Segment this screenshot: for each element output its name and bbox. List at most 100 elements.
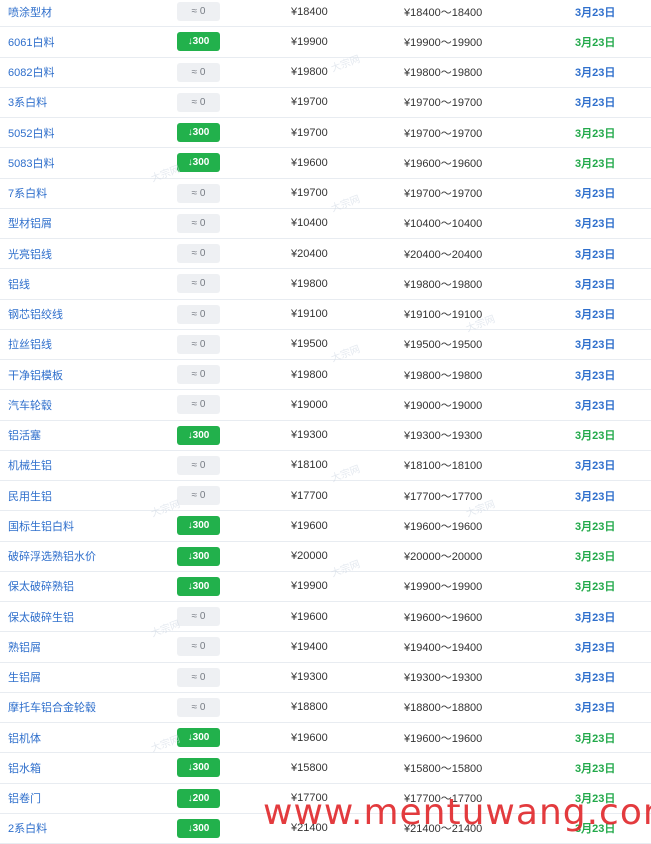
material-name-link[interactable]: 保太破碎生铝 xyxy=(8,602,74,631)
material-name-link[interactable]: 生铝屑 xyxy=(8,663,41,692)
price-down-badge: ↓300 xyxy=(177,576,220,596)
material-name-link[interactable]: 2系白料 xyxy=(8,814,47,843)
table-row: 喷涂型材 ≈ 0 ¥18400 ¥18400～18400 3月23日 xyxy=(0,0,651,28)
average-price: ¥10400 xyxy=(291,217,328,230)
change-cell: ≈ 0 xyxy=(177,179,220,208)
table-row: 6061白料 ↓300 ¥19900 ¥19900～19900 3月23日 xyxy=(0,27,651,58)
price-range: ¥20400～20400 xyxy=(404,248,483,261)
material-name-link[interactable]: 钢芯铝绞线 xyxy=(8,300,63,329)
average-price: ¥19800 xyxy=(291,66,328,79)
average-price: ¥15800 xyxy=(291,761,328,774)
material-name-link[interactable]: 铝机体 xyxy=(8,723,41,752)
change-cell: ↓200 xyxy=(177,784,220,813)
average-price: ¥19100 xyxy=(291,308,328,321)
update-date: 3月23日 xyxy=(575,309,616,322)
update-date: 3月23日 xyxy=(575,430,616,443)
change-cell: ≈ 0 xyxy=(177,481,220,510)
material-name-link[interactable]: 破碎浮选熟铝水价 xyxy=(8,542,96,571)
material-name-link[interactable]: 3系白料 xyxy=(8,88,47,117)
material-name-link[interactable]: 铝卷门 xyxy=(8,784,41,813)
price-range: ¥19700～19700 xyxy=(404,127,483,140)
change-cell: ↓300 xyxy=(177,753,220,782)
table-row: 保太破碎生铝 ≈ 0 ¥19600 ¥19600～19600 3月23日 xyxy=(0,602,651,633)
average-price: ¥20400 xyxy=(291,247,328,260)
price-flat-badge: ≈ 0 xyxy=(177,365,220,385)
average-price: ¥19900 xyxy=(291,35,328,48)
material-name-link[interactable]: 国标生铝白料 xyxy=(8,511,74,540)
price-range: ¥19800～19800 xyxy=(404,369,483,382)
price-range: ¥18800～18800 xyxy=(404,702,483,715)
material-name-link[interactable]: 铝活塞 xyxy=(8,421,41,450)
update-date: 3月23日 xyxy=(575,732,616,745)
price-down-badge: ↓300 xyxy=(177,516,220,536)
table-row: 汽车轮毂 ≈ 0 ¥19000 ¥19000～19000 3月23日 xyxy=(0,390,651,421)
price-down-badge: ↓300 xyxy=(177,546,220,566)
change-cell: ≈ 0 xyxy=(177,209,220,238)
material-name-link[interactable]: 保太破碎熟铝 xyxy=(8,572,74,601)
price-down-badge: ↓300 xyxy=(177,758,220,778)
material-name-link[interactable]: 摩托车铝合金轮毂 xyxy=(8,693,96,722)
price-flat-badge: ≈ 0 xyxy=(177,304,220,324)
change-cell: ≈ 0 xyxy=(177,693,220,722)
update-date: 3月23日 xyxy=(575,672,616,685)
price-flat-badge: ≈ 0 xyxy=(177,2,220,22)
table-row: 破碎浮选熟铝水价 ↓300 ¥20000 ¥20000～20000 3月23日 xyxy=(0,541,651,572)
material-name-link[interactable]: 5052白料 xyxy=(8,118,54,147)
material-name-link[interactable]: 民用生铝 xyxy=(8,481,52,510)
price-range: ¥19600～19600 xyxy=(404,520,483,533)
table-row: 熟铝屑 ≈ 0 ¥19400 ¥19400～19400 3月23日 xyxy=(0,632,651,663)
site-watermark: www.mentuwang.com xyxy=(263,792,651,833)
material-name-link[interactable]: 汽车轮毂 xyxy=(8,390,52,419)
table-row: 5052白料 ↓300 ¥19700 ¥19700～19700 3月23日 xyxy=(0,118,651,149)
change-cell: ≈ 0 xyxy=(177,239,220,268)
material-name-link[interactable]: 拉丝铝线 xyxy=(8,330,52,359)
average-price: ¥19600 xyxy=(291,610,328,623)
average-price: ¥19900 xyxy=(291,580,328,593)
material-name-link[interactable]: 7系白料 xyxy=(8,179,47,208)
material-name-link[interactable]: 6061白料 xyxy=(8,27,54,56)
material-name-link[interactable]: 5083白料 xyxy=(8,148,54,177)
update-date: 3月23日 xyxy=(575,369,616,382)
price-down-badge: ↓300 xyxy=(177,425,220,445)
material-name-link[interactable]: 熟铝屑 xyxy=(8,632,41,661)
price-flat-badge: ≈ 0 xyxy=(177,213,220,233)
average-price: ¥19800 xyxy=(291,368,328,381)
average-price: ¥18400 xyxy=(291,5,328,18)
price-range: ¥19600～19600 xyxy=(404,157,483,170)
update-date: 3月23日 xyxy=(575,6,616,19)
price-range: ¥19100～19100 xyxy=(404,309,483,322)
table-row: 生铝屑 ≈ 0 ¥19300 ¥19300～19300 3月23日 xyxy=(0,662,651,693)
price-range: ¥19300～19300 xyxy=(404,672,483,685)
price-range: ¥19700～19700 xyxy=(404,188,483,201)
change-cell: ↓300 xyxy=(177,814,220,843)
change-cell: ≈ 0 xyxy=(177,330,220,359)
change-cell: ≈ 0 xyxy=(177,58,220,87)
material-name-link[interactable]: 型材铝屑 xyxy=(8,209,52,238)
material-name-link[interactable]: 机械生铝 xyxy=(8,451,52,480)
price-range: ¥19900～19900 xyxy=(404,36,483,49)
price-range: ¥17700～17700 xyxy=(404,490,483,503)
price-range: ¥15800～15800 xyxy=(404,762,483,775)
update-date: 3月23日 xyxy=(575,551,616,564)
price-flat-badge: ≈ 0 xyxy=(177,637,220,657)
price-down-badge: ↓300 xyxy=(177,818,220,838)
material-name-link[interactable]: 干净铝模板 xyxy=(8,360,63,389)
material-name-link[interactable]: 6082白料 xyxy=(8,58,54,87)
table-row: 干净铝模板 ≈ 0 ¥19800 ¥19800～19800 3月23日 xyxy=(0,360,651,391)
change-cell: ≈ 0 xyxy=(177,632,220,661)
update-date: 3月23日 xyxy=(575,127,616,140)
change-cell: ↓300 xyxy=(177,148,220,177)
material-name-link[interactable]: 喷涂型材 xyxy=(8,0,52,26)
change-cell: ≈ 0 xyxy=(177,390,220,419)
change-cell: ↓300 xyxy=(177,572,220,601)
price-range: ¥18100～18100 xyxy=(404,460,483,473)
price-down-badge: ↓300 xyxy=(177,153,220,173)
update-date: 3月23日 xyxy=(575,97,616,110)
change-cell: ≈ 0 xyxy=(177,88,220,117)
price-range: ¥19000～19000 xyxy=(404,399,483,412)
material-name-link[interactable]: 铝线 xyxy=(8,269,30,298)
material-name-link[interactable]: 铝水箱 xyxy=(8,753,41,782)
average-price: ¥19600 xyxy=(291,156,328,169)
table-row: 铝线 ≈ 0 ¥19800 ¥19800～19800 3月23日 xyxy=(0,269,651,300)
material-name-link[interactable]: 光亮铝线 xyxy=(8,239,52,268)
